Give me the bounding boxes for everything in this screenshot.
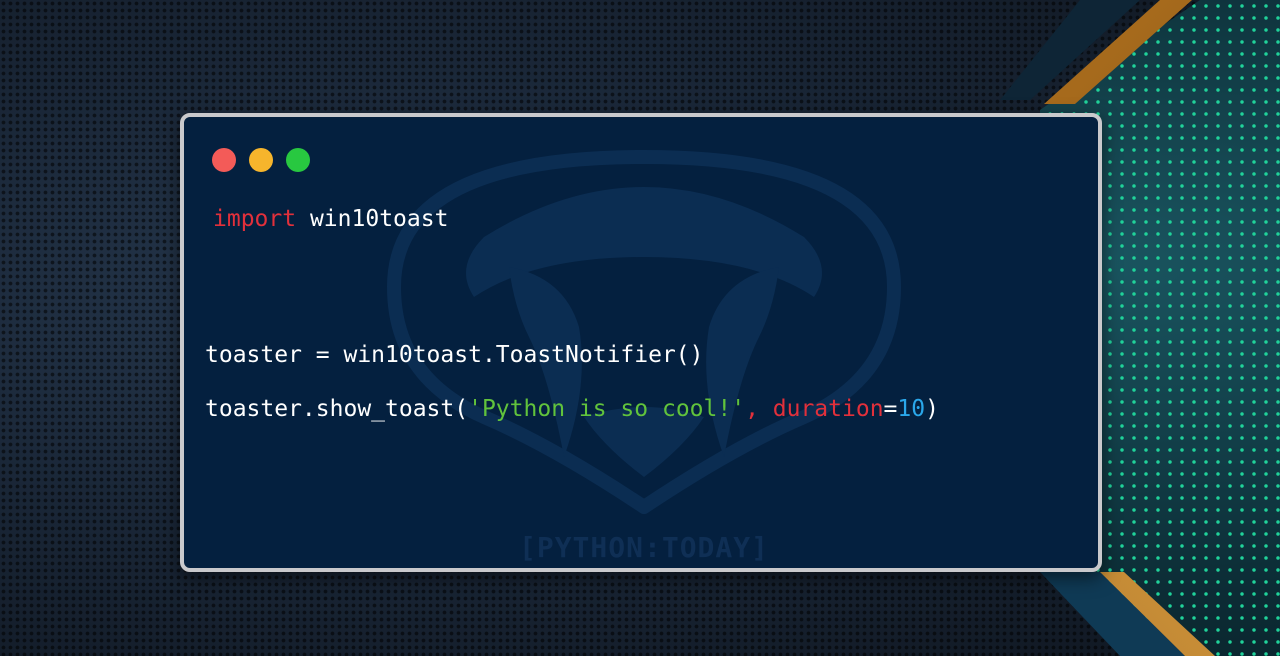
code-line-import: import win10toast	[213, 205, 448, 233]
close-paren: )	[925, 396, 939, 422]
code-window: [PYTHON:TODAY] import win10toast toaster…	[180, 113, 1102, 572]
show-toast-call: toaster.show_toast(	[205, 396, 469, 422]
minimize-dot-icon[interactable]	[249, 148, 273, 172]
param-duration: duration	[772, 396, 884, 422]
module-name: win10toast	[309, 206, 449, 232]
maximize-dot-icon[interactable]	[286, 148, 310, 172]
code-line-toaster-assign: toaster = win10toast.ToastNotifier()	[205, 341, 704, 369]
comma: ,	[745, 396, 773, 422]
toaster-assignment: toaster = win10toast.ToastNotifier()	[205, 342, 704, 368]
string-literal: 'Python is so cool!'	[468, 396, 746, 422]
number-literal: 10	[897, 396, 926, 422]
watermark-text: [PYTHON:TODAY]	[518, 531, 769, 564]
equals-sign: =	[883, 396, 898, 422]
window-controls	[212, 148, 310, 172]
close-dot-icon[interactable]	[212, 148, 236, 172]
code-line-show-toast: toaster.show_toast('Python is so cool!',…	[205, 395, 939, 423]
keyword-import: import	[213, 206, 297, 232]
